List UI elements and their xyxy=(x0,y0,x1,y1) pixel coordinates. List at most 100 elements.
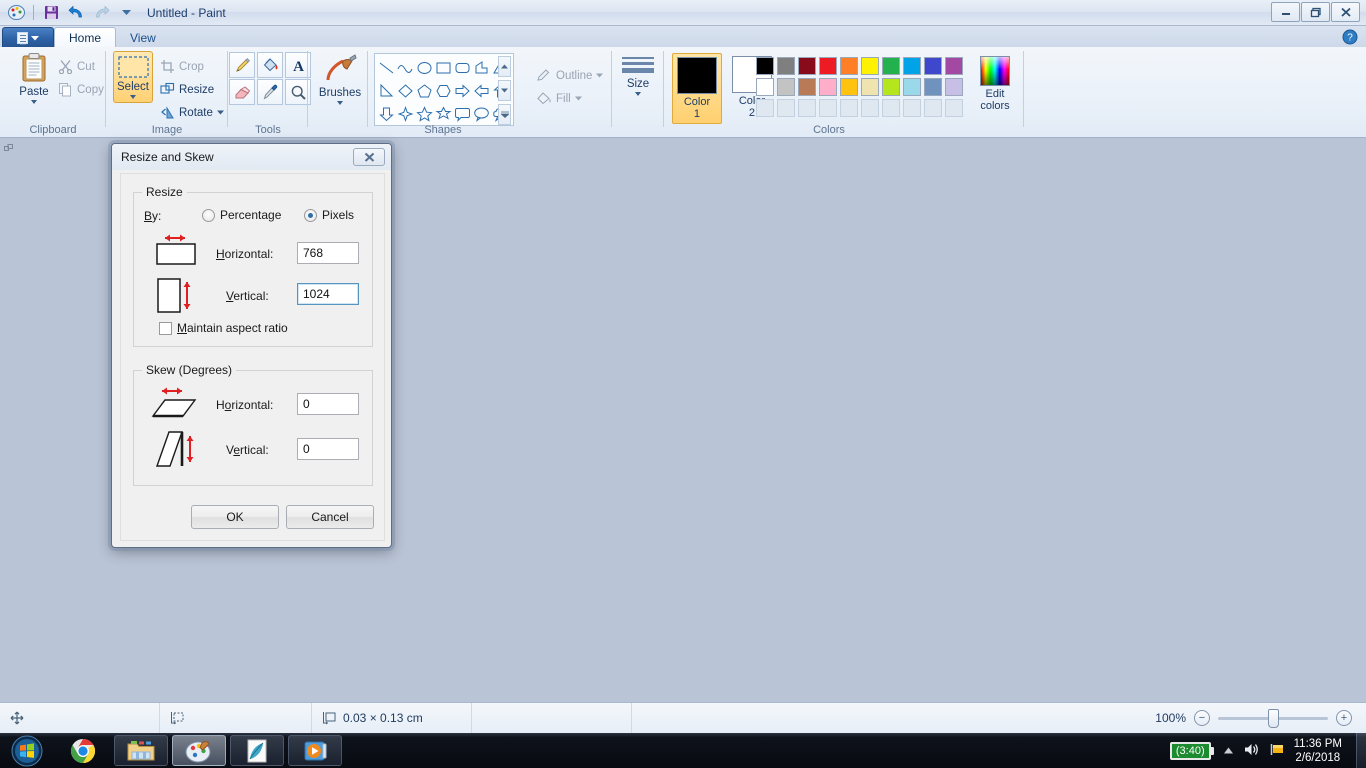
help-button[interactable]: ? xyxy=(1342,29,1358,45)
eraser-icon[interactable] xyxy=(229,79,255,105)
shape-right-triangle[interactable] xyxy=(377,79,396,102)
zoom-in-button[interactable]: + xyxy=(1336,710,1352,726)
size-dropdown-caret[interactable] xyxy=(635,92,641,96)
shape-four-point-star[interactable] xyxy=(396,102,415,125)
palette-swatch-row3-3[interactable] xyxy=(819,99,837,117)
palette-swatch-row1-7[interactable] xyxy=(903,57,921,75)
palette-swatch-row1-9[interactable] xyxy=(945,57,963,75)
shapes-expand-button[interactable] xyxy=(498,104,511,125)
start-button[interactable] xyxy=(2,734,52,767)
palette-swatch-row3-6[interactable] xyxy=(882,99,900,117)
canvas-corner-handle[interactable] xyxy=(4,142,13,151)
resize-button[interactable]: Resize xyxy=(160,78,224,101)
palette-swatch-row3-7[interactable] xyxy=(903,99,921,117)
paste-button[interactable]: Paste xyxy=(8,52,60,104)
maintain-aspect-ratio-checkbox[interactable] xyxy=(159,322,172,335)
close-button[interactable] xyxy=(1331,2,1360,22)
volume-icon[interactable] xyxy=(1243,742,1260,760)
radio-pixels[interactable] xyxy=(304,209,317,222)
palette-swatch-row2-1[interactable] xyxy=(777,78,795,96)
minimize-button[interactable] xyxy=(1271,2,1300,22)
palette-swatch-row2-4[interactable] xyxy=(840,78,858,96)
palette-swatch-row3-4[interactable] xyxy=(840,99,858,117)
palette-swatch-row2-2[interactable] xyxy=(798,78,816,96)
shape-left-arrow[interactable] xyxy=(472,79,491,102)
palette-swatch-row1-6[interactable] xyxy=(882,57,900,75)
shape-oval-callout[interactable] xyxy=(472,102,491,125)
shape-curve[interactable] xyxy=(396,56,415,79)
tab-view[interactable]: View xyxy=(116,27,170,48)
shape-hexagon[interactable] xyxy=(434,79,453,102)
palette-swatch-row1-4[interactable] xyxy=(840,57,858,75)
paste-dropdown-caret[interactable] xyxy=(31,100,37,104)
paint-menu-button[interactable] xyxy=(2,27,54,48)
shape-rounded-rectangle[interactable] xyxy=(453,56,472,79)
palette-swatch-row3-8[interactable] xyxy=(924,99,942,117)
skew-horizontal-input[interactable]: 0 xyxy=(297,393,359,415)
shape-polygon[interactable] xyxy=(472,56,491,79)
zoom-slider[interactable] xyxy=(1218,708,1328,728)
palette-swatch-row2-9[interactable] xyxy=(945,78,963,96)
resize-vertical-input[interactable]: 1024 xyxy=(297,283,359,305)
palette-swatch-row2-6[interactable] xyxy=(882,78,900,96)
shape-right-arrow[interactable] xyxy=(453,79,472,102)
ok-button[interactable]: OK xyxy=(191,505,279,529)
battery-indicator[interactable]: (3:40) xyxy=(1169,741,1214,760)
brushes-button[interactable]: Brushes xyxy=(314,53,366,105)
taskbar-item-file-explorer[interactable] xyxy=(114,735,168,766)
shape-diamond[interactable] xyxy=(396,79,415,102)
shapes-scroll-up-button[interactable] xyxy=(498,56,511,77)
palette-swatch-row2-3[interactable] xyxy=(819,78,837,96)
color-picker-icon[interactable] xyxy=(257,79,283,105)
taskbar-item-paint[interactable] xyxy=(172,735,226,766)
resize-horizontal-input[interactable]: 768 xyxy=(297,242,359,264)
taskbar-item-media-player[interactable] xyxy=(288,735,342,766)
skew-vertical-input[interactable]: 0 xyxy=(297,438,359,460)
palette-swatch-row3-5[interactable] xyxy=(861,99,879,117)
zoom-slider-thumb[interactable] xyxy=(1268,708,1279,728)
zoom-out-button[interactable]: − xyxy=(1194,710,1210,726)
tab-home[interactable]: Home xyxy=(54,27,117,48)
shape-oval[interactable] xyxy=(415,56,434,79)
palette-swatch-row2-0[interactable] xyxy=(756,78,774,96)
palette-swatch-row3-9[interactable] xyxy=(945,99,963,117)
palette-swatch-row2-5[interactable] xyxy=(861,78,879,96)
palette-swatch-row1-8[interactable] xyxy=(924,57,942,75)
fill-icon[interactable] xyxy=(257,52,283,78)
shape-down-arrow[interactable] xyxy=(377,102,396,125)
save-icon[interactable] xyxy=(40,3,62,23)
rotate-button[interactable]: Rotate xyxy=(160,101,224,124)
action-center-flag-icon[interactable] xyxy=(1269,742,1285,760)
shapes-scroll-down-button[interactable] xyxy=(498,80,511,101)
shape-rounded-callout[interactable] xyxy=(453,102,472,125)
fill-button[interactable]: Fill xyxy=(536,87,603,110)
undo-icon[interactable] xyxy=(65,3,87,23)
color-palette[interactable] xyxy=(756,57,965,119)
radio-percentage-label[interactable]: Percentage xyxy=(220,208,281,222)
palette-swatch-row1-5[interactable] xyxy=(861,57,879,75)
shape-five-point-star[interactable] xyxy=(415,102,434,125)
shapes-gallery[interactable] xyxy=(374,53,514,126)
color1-button[interactable]: Color 1 xyxy=(672,53,722,124)
shape-line[interactable] xyxy=(377,56,396,79)
outline-button[interactable]: Outline xyxy=(536,64,604,87)
select-button[interactable]: Select xyxy=(113,51,153,103)
palette-swatch-row3-2[interactable] xyxy=(798,99,816,117)
shape-six-point-star[interactable] xyxy=(434,102,453,125)
taskbar-item-feather-editor[interactable] xyxy=(230,735,284,766)
palette-swatch-row1-0[interactable] xyxy=(756,57,774,75)
palette-swatch-row2-7[interactable] xyxy=(903,78,921,96)
palette-swatch-row1-3[interactable] xyxy=(819,57,837,75)
paint-app-icon[interactable] xyxy=(5,3,27,23)
taskbar-item-chrome[interactable] xyxy=(56,735,110,766)
maintain-aspect-ratio-label[interactable]: Maintain aspect ratio xyxy=(177,321,288,335)
cancel-button[interactable]: Cancel xyxy=(286,505,374,529)
taskbar-clock[interactable]: 11:36 PM 2/6/2018 xyxy=(1294,737,1350,765)
palette-swatch-row1-1[interactable] xyxy=(777,57,795,75)
shapes-scrollbar[interactable] xyxy=(498,56,511,125)
radio-percentage[interactable] xyxy=(202,209,215,222)
radio-pixels-label[interactable]: Pixels xyxy=(322,208,354,222)
customize-qat-icon[interactable] xyxy=(115,3,137,23)
shape-rectangle[interactable] xyxy=(434,56,453,79)
palette-swatch-row3-0[interactable] xyxy=(756,99,774,117)
